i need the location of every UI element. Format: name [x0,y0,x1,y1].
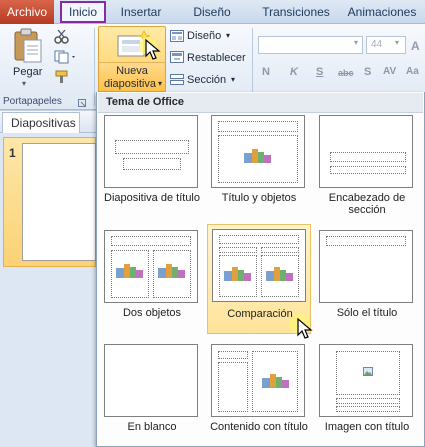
layout-label: En blanco [127,421,177,433]
layout-title-only[interactable]: Sólo el título [315,226,419,332]
strikethrough-button[interactable]: abc [338,68,354,78]
layout-label: Encabezado de sección [328,192,406,216]
layout-picture-with-caption[interactable]: Imagen con título [315,340,419,446]
dialog-launcher-icon[interactable] [78,98,86,107]
tab-insert[interactable]: Insertar [116,2,166,23]
ribbon-divider [94,28,95,106]
new-slide-chevron-icon: ▾ [158,79,163,88]
placeholder-box [218,121,298,132]
layout-content-with-caption[interactable]: Contenido con título [207,340,311,446]
layout-thumbnail [319,115,413,188]
layout-label: Contenido con título [210,421,308,433]
placeholder-box [111,236,191,246]
underline-button[interactable]: S [316,66,323,78]
paste-dropdown-icon[interactable]: ▾ [22,79,26,88]
format-painter-icon[interactable] [54,70,70,84]
content-icons [262,374,290,390]
layout-blank[interactable]: En blanco [100,340,204,446]
mouse-cursor-icon [138,36,166,64]
tab-file[interactable]: Archivo [0,0,54,24]
placeholder-box [115,140,189,154]
layout-label: Sólo el título [336,307,398,319]
layout-label: Título y objetos [221,192,297,204]
layout-thumbnail [211,344,305,417]
placeholder-box [330,152,406,162]
paste-icon[interactable] [12,28,44,64]
font-size-field[interactable]: 44 [366,36,406,54]
layout-section-header[interactable]: Encabezado de sección [315,111,419,217]
layout-two-content[interactable]: Dos objetos [100,226,204,332]
section-chevron-icon[interactable]: ▾ [231,75,235,84]
bold-icon[interactable]: N [262,66,270,78]
ribbon-tab-bar: Archivo Inicio Insertar Diseño Transicio… [0,0,425,24]
tab-animations[interactable]: Animaciones [346,2,418,23]
content-icons [116,264,144,280]
layout-thumbnail [104,344,198,417]
change-case-button[interactable]: Aa [406,66,419,77]
placeholder-box [123,158,181,170]
layout-title-slide[interactable]: Diapositiva de título [100,111,204,217]
placeholder-box [336,398,400,404]
placeholder-box [218,351,248,359]
svg-text:A: A [411,39,420,52]
layout-thumbnail [104,115,198,188]
layout-label: Diapositiva de título [104,192,200,204]
tab-design[interactable]: Diseño [190,2,234,23]
placeholder-box [330,166,406,174]
font-size-chevron-icon[interactable]: ▾ [395,38,399,47]
new-slide-label-line2: diapositiva [104,78,156,90]
layout-thumbnail [211,115,305,188]
font-name-field[interactable] [258,36,363,54]
clipboard-group-label: Portapapeles [3,96,62,107]
content-icons [244,149,272,165]
picture-icon [363,367,373,376]
layout-label: Imagen con título [324,421,410,433]
gallery-header: Tema de Office [98,93,423,113]
placeholder-box [326,236,406,246]
slide-thumbnail[interactable] [22,143,96,261]
layout-title-content[interactable]: Título y objetos [207,111,311,217]
new-slide-label-line1: Nueva [116,65,148,77]
reset-button[interactable]: Restablecer [187,52,246,64]
reset-icon[interactable] [170,51,184,63]
content-icons [224,267,252,283]
layout-thumbnail [319,344,413,417]
paste-button-label[interactable]: Pegar [13,66,42,78]
copy-icon[interactable] [54,50,78,64]
layout-chevron-icon[interactable]: ▾ [226,31,230,40]
char-spacing-button[interactable]: AV [383,66,396,77]
content-icons [266,267,294,283]
cut-icon[interactable] [54,29,70,44]
placeholder-box [218,362,248,412]
layout-thumbnail [104,230,198,303]
slide-number: 1 [9,146,16,160]
font-name-chevron-icon[interactable]: ▾ [354,38,358,47]
layout-label: Dos objetos [122,307,182,319]
section-icon[interactable] [170,74,184,86]
tab-slides[interactable]: Diapositivas [2,112,80,133]
content-icons [158,264,186,280]
layout-icon[interactable] [170,30,184,42]
section-button[interactable]: Sección [187,74,226,86]
layout-thumbnail [319,230,413,303]
grow-font-icon[interactable]: A [411,38,423,53]
placeholder-box [219,247,257,253]
placeholder-box [261,247,299,253]
placeholder-box [219,235,299,244]
tab-home[interactable]: Inicio [60,1,106,23]
layout-thumbnail [212,229,306,302]
placeholder-box [336,406,400,412]
tab-transitions[interactable]: Transiciones [256,2,336,23]
layout-button[interactable]: Diseño [187,30,221,42]
shadow-button[interactable]: S [364,66,371,78]
italic-button[interactable]: K [290,66,298,78]
